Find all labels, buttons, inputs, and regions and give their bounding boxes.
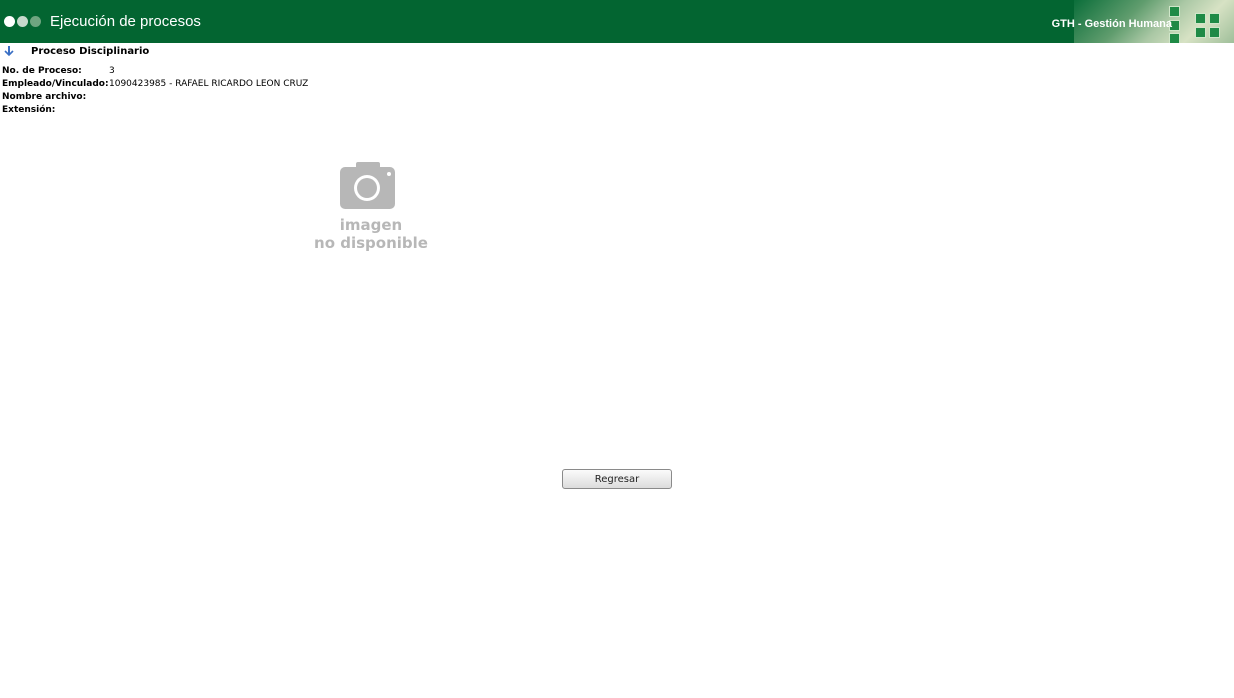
placeholder-text: imagen no disponible (312, 216, 430, 252)
dot-icon (4, 16, 15, 27)
extension-label: Extensión: (2, 105, 56, 115)
filename-label: Nombre archivo: (2, 92, 87, 102)
process-number-row: No. de Proceso: 3 (2, 65, 308, 78)
header-bar: Ejecución de procesos GTH - Gestión Huma… (0, 0, 1234, 43)
dot-icon (30, 16, 41, 27)
filename-row: Nombre archivo: (2, 91, 308, 104)
camera-icon (340, 162, 395, 209)
extension-row: Extensión: (2, 104, 308, 117)
process-number-label: No. de Proceso: (2, 66, 82, 76)
download-arrow-icon (4, 46, 14, 57)
placeholder-line-2: no disponible (314, 234, 428, 252)
page-title: Ejecución de procesos (50, 13, 201, 30)
process-number-value: 3 (109, 66, 115, 76)
employee-row: Empleado/Vinculado: 1090423985 - RAFAEL … (2, 78, 308, 91)
window-dots (4, 16, 41, 27)
module-name: GTH - Gestión Humana (1051, 18, 1172, 30)
placeholder-line-1: imagen (339, 216, 403, 234)
employee-value: 1090423985 - RAFAEL RICARDO LEON CRUZ (109, 79, 309, 89)
process-details: No. de Proceso: 3 Empleado/Vinculado: 10… (2, 65, 308, 117)
image-unavailable-placeholder: imagen no disponible (312, 160, 432, 255)
dot-icon (17, 16, 28, 27)
section-title: Proceso Disciplinario (31, 45, 150, 57)
back-button[interactable]: Regresar (562, 469, 672, 489)
section-header: Proceso Disciplinario (3, 45, 149, 57)
employee-label: Empleado/Vinculado: (2, 79, 109, 89)
